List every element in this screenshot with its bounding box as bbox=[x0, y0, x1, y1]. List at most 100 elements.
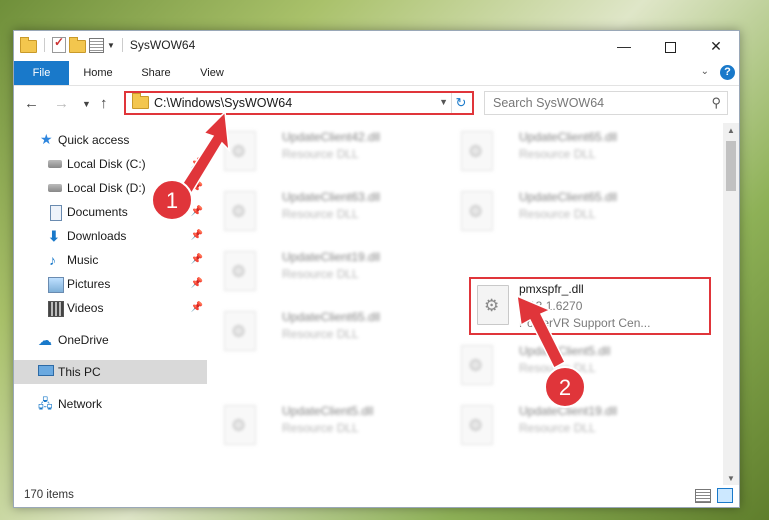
file-item[interactable]: UpdateClient65.dll Resource DLL bbox=[447, 125, 672, 177]
nav-item-downloads[interactable]: ⬇ Downloads 📌 bbox=[14, 224, 207, 248]
pin-icon: 📌 bbox=[190, 302, 203, 313]
pin-icon: 📌 bbox=[190, 278, 203, 289]
nav-item-quick-access[interactable]: ★ Quick access bbox=[14, 128, 207, 152]
recent-locations-chevron-icon[interactable]: ▼ bbox=[82, 99, 91, 109]
nav-item-pictures[interactable]: Pictures 📌 bbox=[14, 272, 207, 296]
search-icon[interactable]: ⚲ bbox=[711, 95, 721, 111]
up-arrow-icon[interactable]: ↑ bbox=[100, 95, 108, 112]
network-icon: 🖧 bbox=[38, 396, 53, 411]
nav-item-documents[interactable]: Documents 📌 bbox=[14, 200, 207, 224]
pictures-icon bbox=[48, 277, 64, 293]
pin-icon: 📌 bbox=[190, 158, 203, 169]
videos-icon bbox=[48, 301, 64, 317]
file-description: Resource DLL bbox=[282, 267, 359, 281]
dll-file-icon bbox=[461, 131, 493, 171]
search-placeholder: Search SysWOW64 bbox=[493, 96, 605, 110]
folder-icon bbox=[20, 37, 37, 53]
tab-file[interactable]: File bbox=[14, 61, 69, 85]
highlight-box bbox=[469, 277, 711, 335]
navigation-bar: ← → ▼ ↑ C:\Windows\SysWOW64 ▼ ↻ Search S… bbox=[14, 87, 739, 121]
nav-item-network[interactable]: 🖧 Network bbox=[14, 392, 207, 416]
refresh-icon[interactable]: ↻ bbox=[451, 93, 470, 113]
details-view-icon[interactable] bbox=[695, 489, 711, 503]
nav-item-local-disk-d[interactable]: Local Disk (D:) 📌 bbox=[14, 176, 207, 200]
dll-file-icon bbox=[461, 345, 493, 385]
file-item[interactable]: UpdateClient5.dll Resource DLL bbox=[447, 339, 672, 391]
file-description: Resource DLL bbox=[282, 327, 359, 341]
file-name: UpdateClient65.dll bbox=[282, 310, 381, 324]
toolbar-divider bbox=[44, 38, 45, 52]
downloads-icon: ⬇ bbox=[48, 228, 60, 244]
pin-icon: 📌 bbox=[190, 206, 203, 217]
file-name: UpdateClient42.dll bbox=[282, 130, 381, 144]
expand-ribbon-chevron-icon[interactable]: ⌄ bbox=[701, 66, 709, 77]
address-path[interactable]: C:\Windows\SysWOW64 bbox=[154, 96, 292, 110]
file-item[interactable]: UpdateClient65.dll Resource DLL bbox=[447, 185, 672, 237]
address-dropdown-chevron-icon[interactable]: ▼ bbox=[439, 97, 448, 107]
maximize-button[interactable] bbox=[647, 31, 693, 61]
nav-item-local-disk-c[interactable]: Local Disk (C:) 📌 bbox=[14, 152, 207, 176]
quick-access-toolbar: ▼ SysWOW64 bbox=[20, 35, 196, 53]
nav-item-label: Documents bbox=[67, 205, 128, 219]
large-icons-view-icon[interactable] bbox=[717, 488, 733, 503]
documents-icon bbox=[50, 205, 62, 221]
forward-arrow-icon[interactable]: → bbox=[54, 95, 69, 112]
nav-item-label: Network bbox=[58, 397, 103, 411]
dll-file-icon bbox=[224, 131, 256, 171]
folder-icon bbox=[132, 93, 149, 109]
file-name: UpdateClient5.dll bbox=[282, 404, 374, 418]
music-icon: ♪ bbox=[49, 252, 56, 268]
star-icon: ★ bbox=[40, 131, 53, 147]
file-description: Resource DLL bbox=[519, 421, 596, 435]
file-name: UpdateClient5.dll bbox=[519, 344, 611, 358]
file-description: Resource DLL bbox=[519, 361, 596, 375]
properties-icon[interactable] bbox=[89, 37, 104, 53]
address-bar[interactable]: C:\Windows\SysWOW64 ▼ ↻ bbox=[124, 91, 474, 115]
dll-file-icon bbox=[224, 251, 256, 291]
file-name: UpdateClient63.dll bbox=[282, 190, 381, 204]
scrollbar-thumb[interactable] bbox=[726, 141, 736, 191]
back-arrow-icon[interactable]: ← bbox=[24, 95, 39, 112]
file-item[interactable]: UpdateClient19.dll Resource DLL bbox=[210, 245, 435, 297]
file-item[interactable]: UpdateClient42.dll Resource DLL bbox=[210, 125, 435, 177]
nav-item-videos[interactable]: Videos 📌 bbox=[14, 296, 207, 320]
tab-share[interactable]: Share bbox=[132, 61, 180, 85]
window-title: SysWOW64 bbox=[129, 38, 196, 52]
pin-icon: 📌 bbox=[190, 230, 203, 241]
close-button[interactable]: ✕ bbox=[693, 31, 739, 61]
nav-item-label: OneDrive bbox=[58, 333, 109, 347]
nav-item-music[interactable]: ♪ Music 📌 bbox=[14, 248, 207, 272]
nav-item-this-pc[interactable]: This PC bbox=[14, 360, 207, 384]
file-description: Resource DLL bbox=[519, 207, 596, 221]
onedrive-icon: ☁ bbox=[38, 332, 52, 348]
file-item[interactable]: UpdateClient19.dll Resource DLL bbox=[447, 399, 672, 451]
customize-toolbar-chevron-icon[interactable]: ▼ bbox=[107, 41, 115, 50]
file-item[interactable]: UpdateClient63.dll Resource DLL bbox=[210, 185, 435, 237]
computer-icon bbox=[38, 365, 54, 376]
status-bar: 170 items bbox=[14, 485, 739, 507]
file-description: Resource DLL bbox=[282, 207, 359, 221]
search-box[interactable]: Search SysWOW64 ⚲ bbox=[484, 91, 728, 115]
nav-item-label: Downloads bbox=[67, 229, 127, 243]
minimize-button[interactable]: — bbox=[601, 31, 647, 61]
properties-check-icon[interactable] bbox=[52, 35, 66, 53]
nav-item-label: This PC bbox=[58, 365, 101, 379]
file-item[interactable]: UpdateClient65.dll Resource DLL bbox=[210, 305, 435, 357]
file-explorer-window: ▼ SysWOW64 — ✕ File Home Share View ⌄ ? … bbox=[13, 30, 740, 508]
tab-view[interactable]: View bbox=[190, 61, 234, 85]
vertical-scrollbar[interactable]: ▲ ▼ bbox=[723, 123, 739, 487]
file-item[interactable]: UpdateClient5.dll Resource DLL bbox=[210, 399, 435, 451]
file-name: UpdateClient19.dll bbox=[282, 250, 381, 264]
help-icon[interactable]: ? bbox=[720, 65, 735, 80]
dll-file-icon bbox=[461, 191, 493, 231]
nav-item-label: Pictures bbox=[67, 277, 111, 291]
file-description: Resource DLL bbox=[282, 147, 359, 161]
ribbon-tabs: File Home Share View ⌄ ? bbox=[14, 61, 739, 86]
file-list: UpdateClient42.dll Resource DLL UpdateCl… bbox=[210, 123, 725, 487]
scroll-up-icon[interactable]: ▲ bbox=[723, 123, 739, 139]
nav-item-onedrive[interactable]: ☁ OneDrive bbox=[14, 328, 207, 352]
toolbar-divider bbox=[121, 38, 123, 52]
tab-home[interactable]: Home bbox=[74, 61, 122, 85]
dll-file-icon bbox=[461, 405, 493, 445]
new-folder-icon[interactable] bbox=[69, 37, 86, 53]
